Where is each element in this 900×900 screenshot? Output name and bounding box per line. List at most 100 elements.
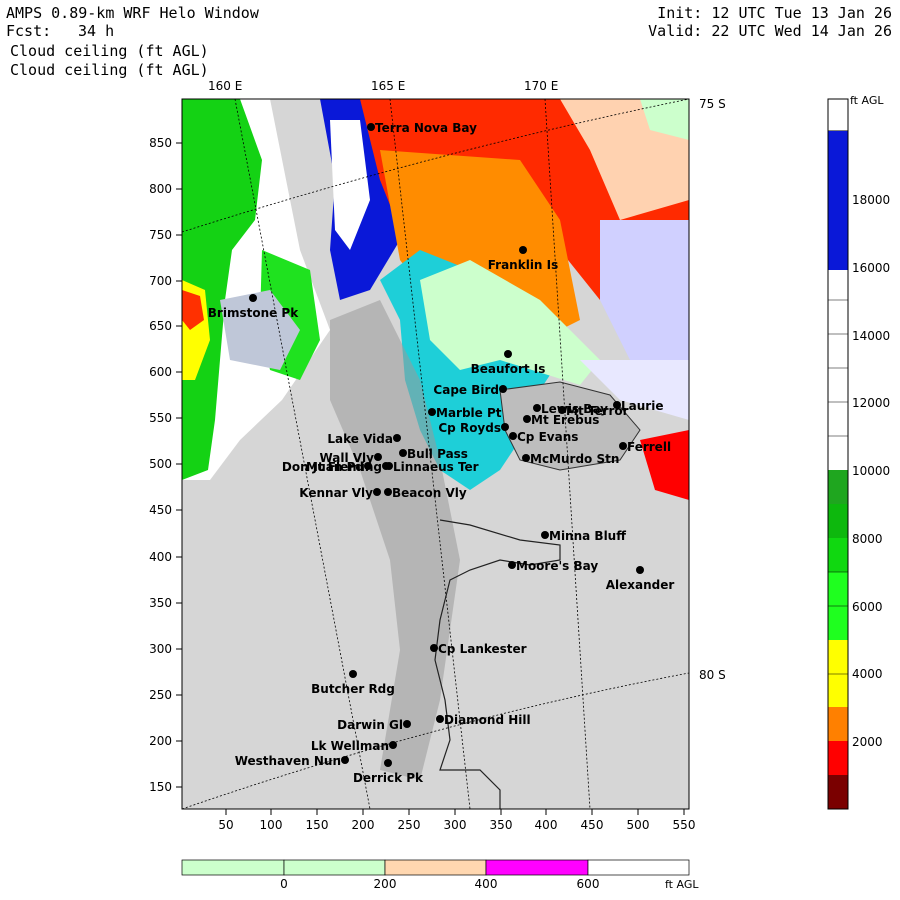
marker-lk-wellman: [389, 741, 397, 749]
place-label-beacon-vly: Beacon Vly: [392, 486, 467, 500]
place-label-bull-pass: Bull Pass: [407, 447, 468, 461]
y-tick-label: 500: [149, 457, 172, 471]
y-tick-label: 200: [149, 734, 172, 748]
marker-westhaven-nun: [341, 756, 349, 764]
marker-linnaeus-ter: [385, 462, 393, 470]
marker-cp-lankester: [430, 644, 438, 652]
colorbar-cell: [828, 131, 848, 270]
place-label-westhaven-nun: Westhaven Nun: [235, 754, 341, 768]
y-tick-label: 800: [149, 182, 172, 196]
marker-brimstone-pk: [249, 294, 257, 302]
bottom-bar-label: 0: [280, 877, 288, 891]
marker-lewis-bay: [533, 404, 541, 412]
colorbar-label: 4000: [852, 667, 883, 681]
x-tick-label: 350: [490, 818, 513, 832]
marker-butcher-rdg: [349, 670, 357, 678]
colorbar-tick-labels: 18000 16000 14000 12000 10000 8000 6000 4000 200…: [852, 193, 890, 749]
y-axis-ticks: 850 800 750 700 650 600 550 500 450 400 350 300 250 2…: [149, 136, 182, 794]
place-label-lk-wellman: Lk Wellman: [311, 739, 389, 753]
x-tick-label: 150: [306, 818, 329, 832]
marker-marble-pt: [428, 408, 436, 416]
colorbar-label: 8000: [852, 532, 883, 546]
place-label-franklin-is: Franklin Is: [488, 258, 559, 272]
marker-kennar-vly: [373, 488, 381, 496]
y-tick-label: 150: [149, 780, 172, 794]
x-tick-label: 250: [398, 818, 421, 832]
colorbar-unit: ft AGL: [850, 94, 884, 107]
place-label-derrick-pk: Derrick Pk: [353, 771, 424, 785]
colorbar-label: 16000: [852, 261, 890, 275]
y-tick-label: 350: [149, 596, 172, 610]
marker-cp-royds: [501, 423, 509, 431]
x-axis-ticks: 50 100 150 200 250 300 350 400 450 500 550: [218, 809, 695, 832]
place-label-mt-fleming: Mt Fleming: [306, 460, 382, 474]
colorbar-cell: [828, 741, 848, 775]
bottom-bar-label: 200: [374, 877, 397, 891]
bottom-bar-cell: [181, 859, 285, 876]
y-tick-label: 300: [149, 642, 172, 656]
x-tick-label: 300: [444, 818, 467, 832]
x-tick-label: 550: [673, 818, 696, 832]
colorbar-top-cell: [827, 98, 849, 132]
colorbar-cell: [828, 775, 848, 809]
marker-lake-vida: [393, 434, 401, 442]
colorbar-cell: [828, 707, 848, 741]
bottom-bar-cell: [587, 859, 690, 876]
marker-derrick-pk: [384, 759, 392, 767]
marker-darwin-gl: [403, 720, 411, 728]
place-label-diamond-hill: Diamond Hill: [444, 713, 531, 727]
y-tick-label: 400: [149, 550, 172, 564]
colorbar-label: 6000: [852, 600, 883, 614]
place-label-beaufort-is: Beaufort Is: [471, 362, 546, 376]
colorbar-label: 18000: [852, 193, 890, 207]
marker-ferrell: [619, 442, 627, 450]
y-tick-label: 550: [149, 411, 172, 425]
y-tick-label: 850: [149, 136, 172, 150]
y-tick-label: 250: [149, 688, 172, 702]
place-label-mt-erebus: Mt Erebus: [531, 413, 599, 427]
marker-beacon-vly: [384, 488, 392, 496]
place-label-mcmurdo-stn: McMurdo Stn: [530, 452, 619, 466]
colorbar-bottom: [181, 859, 690, 876]
colorbar-label: 10000: [852, 464, 890, 478]
marker-alexander: [636, 566, 644, 574]
bottom-bar-tick-labels: 0 200 400 600: [280, 877, 599, 891]
y-tick-label: 450: [149, 503, 172, 517]
marker-diamond-hill: [436, 715, 444, 723]
marker-mcmurdo-stn: [522, 454, 530, 462]
place-label-moore-s-bay: Moore's Bay: [516, 559, 598, 573]
place-label-cape-bird: Cape Bird: [433, 383, 499, 397]
bottom-bar-cell: [384, 859, 487, 876]
x-tick-label: 100: [260, 818, 283, 832]
colorbar-label: 14000: [852, 329, 890, 343]
x-tick-label: 450: [581, 818, 604, 832]
y-tick-label: 650: [149, 319, 172, 333]
place-label-minna-bluff: Minna Bluff: [549, 529, 626, 543]
place-label-terra-nova-bay: Terra Nova Bay: [375, 121, 477, 135]
marker-mt-erebus: [523, 415, 531, 423]
marker-bull-pass: [399, 449, 407, 457]
bottom-bar-label: 600: [577, 877, 600, 891]
y-tick-label: 700: [149, 274, 172, 288]
place-label-cp-royds: Cp Royds: [438, 421, 501, 435]
colorbar-cell: [828, 538, 848, 572]
ceiling-map: 50 100 150 200 250 300 350 400 450 500 550 850 800 7…: [149, 94, 890, 891]
place-label-marble-pt: Marble Pt: [436, 406, 502, 420]
marker-moore-s-bay: [508, 561, 516, 569]
marker-cp-evans: [509, 432, 517, 440]
bottom-bar-label: 400: [475, 877, 498, 891]
colorbar-label: 12000: [852, 396, 890, 410]
marker-beaufort-is: [504, 350, 512, 358]
place-label-cp-evans: Cp Evans: [517, 430, 578, 444]
y-tick-label: 750: [149, 228, 172, 242]
bottom-bar-cell: [283, 859, 386, 876]
place-label-brimstone-pk: Brimstone Pk: [208, 306, 299, 320]
place-label-kennar-vly: Kennar Vly: [299, 486, 373, 500]
marker-minna-bluff: [541, 531, 549, 539]
place-label-cp-lankester: Cp Lankester: [438, 642, 527, 656]
y-tick-label: 600: [149, 365, 172, 379]
place-label-linnaeus-ter: Linnaeus Ter: [393, 460, 479, 474]
colorbar-cell: [828, 504, 848, 538]
marker-franklin-is: [519, 246, 527, 254]
colorbar-cell: [828, 640, 848, 707]
